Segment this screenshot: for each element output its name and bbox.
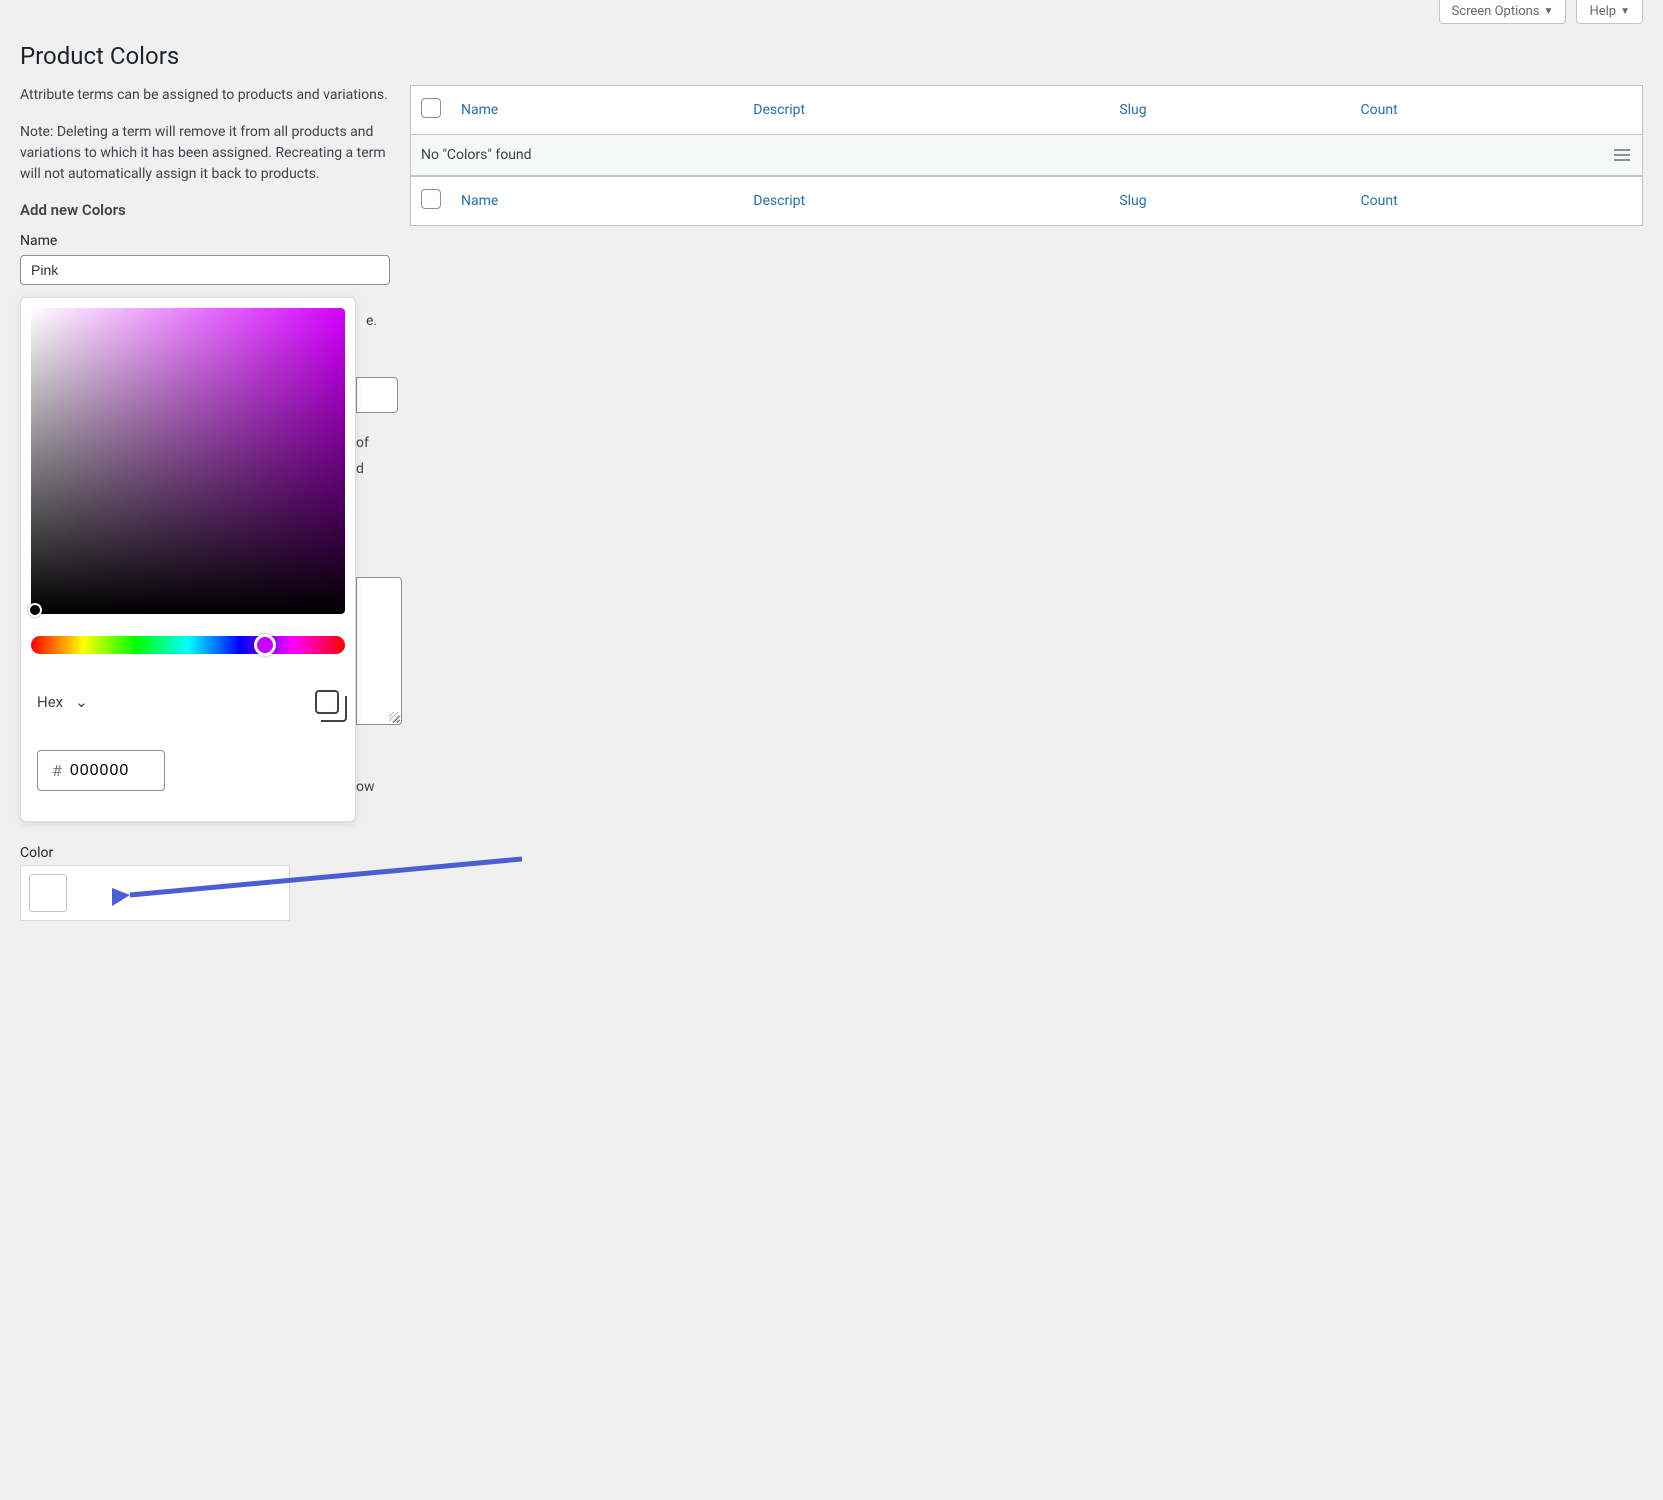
empty-message: No "Colors" found [421,147,532,163]
col-count-header[interactable]: Count [1351,86,1642,135]
table-row: No "Colors" found [411,135,1642,176]
col-slug-footer[interactable]: Slug [1109,176,1350,225]
form-heading: Add new Colors [20,201,390,219]
hex-input[interactable] [70,762,150,780]
help-label: Help [1589,4,1616,19]
select-all-checkbox-bottom[interactable] [421,189,441,209]
hex-input-wrapper: # [37,750,165,791]
color-picker-popup: Hex ⌄ # [20,297,356,822]
description-textarea-partial[interactable] [356,577,402,725]
format-selector[interactable]: Hex ⌄ [37,693,88,711]
intro-text-2: Note: Deleting a term will remove it fro… [20,122,390,185]
hamburger-icon[interactable] [1614,149,1630,161]
select-all-checkbox-top[interactable] [421,98,441,118]
help-tab[interactable]: Help ▼ [1576,0,1643,24]
screen-options-tab[interactable]: Screen Options ▼ [1439,0,1567,24]
partial-text: ow [356,779,375,795]
hue-slider-handle[interactable] [254,634,276,656]
slug-input-partial[interactable] [356,377,398,413]
page-title: Product Colors [0,24,1663,85]
chevron-down-icon: ▼ [1544,6,1554,17]
name-field-label: Name [20,233,390,249]
color-swatch-button[interactable] [29,874,67,912]
format-label: Hex [37,693,63,711]
partial-text: of [356,435,369,451]
name-input[interactable] [20,255,390,285]
color-field-label: Color [20,845,390,861]
copy-icon[interactable] [315,690,339,714]
col-name-footer[interactable]: Name [451,176,743,225]
hue-slider[interactable] [31,636,345,654]
terms-table: Name Descript Slug Count No "Colors" fou… [410,85,1643,226]
hex-hash: # [52,761,62,780]
screen-options-label: Screen Options [1452,4,1540,19]
col-slug-header[interactable]: Slug [1109,86,1350,135]
col-description-header[interactable]: Descript [743,86,1109,135]
chevron-down-icon: ▼ [1620,6,1630,17]
col-count-footer[interactable]: Count [1351,176,1642,225]
intro-text-1: Attribute terms can be assigned to produ… [20,85,390,106]
saturation-brightness-canvas[interactable] [31,308,345,614]
color-swatch-container [20,865,290,921]
partial-text: e. [366,313,377,329]
col-name-header[interactable]: Name [451,86,743,135]
partial-text: d [356,461,364,477]
col-description-footer[interactable]: Descript [743,176,1109,225]
saturation-cursor[interactable] [28,603,42,617]
chevron-down-icon: ⌄ [75,693,88,711]
